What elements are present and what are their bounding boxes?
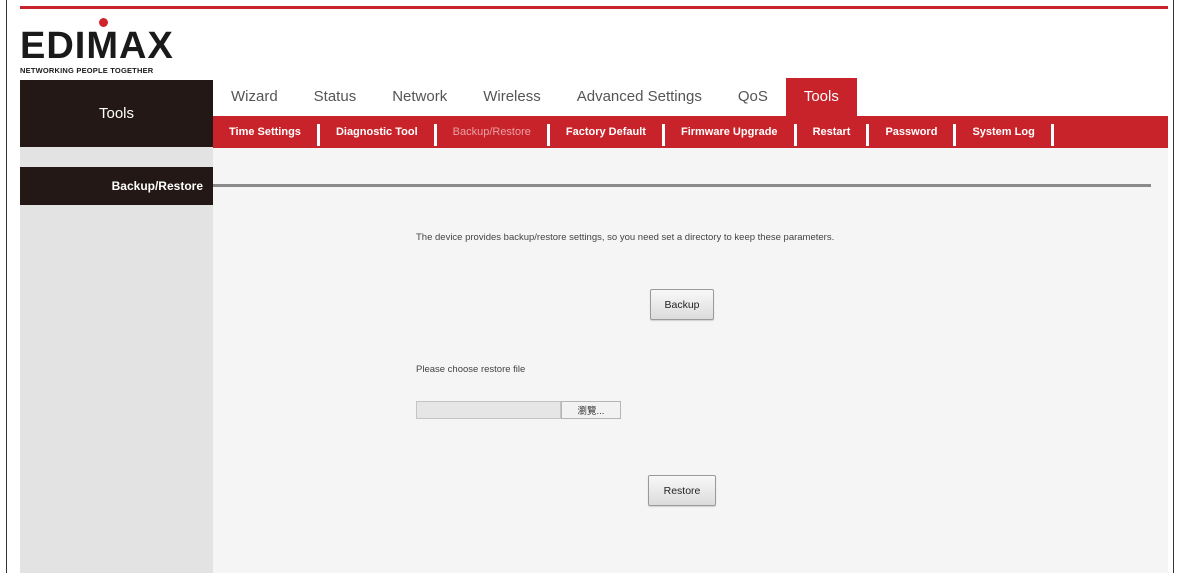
subnav-password[interactable]: Password xyxy=(869,116,953,148)
sub-nav: Time Settings Diagnostic Tool Backup/Res… xyxy=(213,116,1168,148)
backup-description: The device provides backup/restore setti… xyxy=(416,232,835,243)
section-divider xyxy=(213,184,1151,187)
subnav-time-settings[interactable]: Time Settings xyxy=(213,116,317,148)
logo-tagline: NETWORKING PEOPLE TOGETHER xyxy=(20,66,154,75)
sidebar-spacer xyxy=(20,147,213,167)
subnav-factory-default[interactable]: Factory Default xyxy=(550,116,662,148)
restore-button[interactable]: Restore xyxy=(648,475,716,506)
main-nav: Wizard Status Network Wireless Advanced … xyxy=(213,78,857,116)
subnav-separator xyxy=(1050,124,1054,146)
tab-tools[interactable]: Tools xyxy=(785,78,857,116)
subnav-firmware-upgrade[interactable]: Firmware Upgrade xyxy=(665,116,794,148)
logo-brand: EDIMAX xyxy=(20,25,174,67)
tab-wizard[interactable]: Wizard xyxy=(213,78,296,116)
subnav-restart[interactable]: Restart xyxy=(797,116,867,148)
tab-network[interactable]: Network xyxy=(374,78,465,116)
subnav-backup-restore[interactable]: Backup/Restore xyxy=(437,116,547,148)
restore-file-input[interactable] xyxy=(416,401,561,419)
backup-button[interactable]: Backup xyxy=(650,289,714,320)
tab-status[interactable]: Status xyxy=(296,78,375,116)
tab-wireless[interactable]: Wireless xyxy=(465,78,559,116)
tab-qos[interactable]: QoS xyxy=(720,78,786,116)
restore-file-label: Please choose restore file xyxy=(416,364,526,375)
top-rule xyxy=(20,6,1168,9)
edimax-logo: EDIMAX NETWORKING PEOPLE TOGETHER xyxy=(20,16,220,76)
sidebar-header: Tools xyxy=(20,80,213,147)
tab-advanced-settings[interactable]: Advanced Settings xyxy=(559,78,720,116)
content-area xyxy=(213,148,1168,573)
subnav-diagnostic-tool[interactable]: Diagnostic Tool xyxy=(320,116,434,148)
subnav-system-log[interactable]: System Log xyxy=(956,116,1050,148)
sidebar-background xyxy=(20,205,213,573)
sidebar-item-backup-restore[interactable]: Backup/Restore xyxy=(20,167,213,205)
browse-button[interactable]: 瀏覽... xyxy=(561,401,621,419)
